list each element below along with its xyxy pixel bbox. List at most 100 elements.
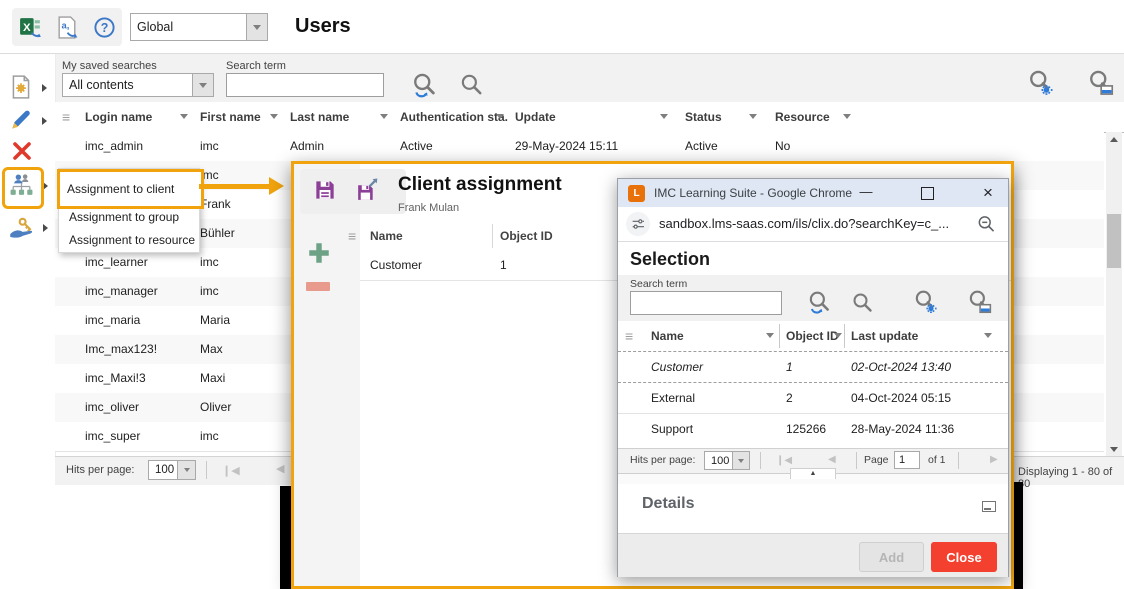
filter-caret-icon[interactable] <box>766 333 774 338</box>
excel-export-button[interactable]: X <box>18 15 43 40</box>
filter-bar <box>55 54 1124 103</box>
hits-select-button[interactable] <box>732 452 749 469</box>
popup-search-reset-button[interactable] <box>806 290 832 316</box>
column-divider <box>844 324 845 348</box>
row-grip-icon: ≡ <box>62 110 70 124</box>
edit-button[interactable] <box>8 107 34 133</box>
hits-select-button[interactable] <box>177 461 195 479</box>
popup-table-row-assigned[interactable]: Customer 1 02-Oct-2024 13:40 <box>618 351 1008 383</box>
context-menu: Assignment to client Assignment to group… <box>58 168 200 253</box>
hits-per-page-select[interactable]: 100 <box>148 460 196 480</box>
popup-column-name[interactable]: Name <box>651 329 684 343</box>
column-header-login-name[interactable]: Login name <box>85 110 152 124</box>
splitter-handle[interactable]: ▲ <box>790 468 836 479</box>
details-splitter[interactable]: ▲ <box>618 473 1008 484</box>
scrollbar-thumb[interactable] <box>1107 214 1121 268</box>
saved-searches-select[interactable]: All contents <box>62 73 214 97</box>
dialog-column-object-id[interactable]: Object ID <box>500 229 553 243</box>
popup-pagination-prev-button[interactable]: ◀ <box>828 455 836 465</box>
popup-search-label: Search term <box>630 278 687 290</box>
filter-caret-icon[interactable] <box>660 114 668 119</box>
column-header-resource[interactable]: Resource <box>775 110 830 124</box>
filter-caret-icon[interactable] <box>380 114 388 119</box>
popup-page-input[interactable]: 1 <box>894 451 920 469</box>
remove-assignment-button[interactable] <box>306 282 330 291</box>
maximize-button[interactable] <box>921 187 934 200</box>
popup-column-last-update[interactable]: Last update <box>851 329 918 343</box>
dialog-column-name[interactable]: Name <box>370 229 403 243</box>
column-header-auth-status[interactable]: Authentication sta. <box>400 110 508 124</box>
table-row[interactable]: imc_admin imc Admin Active 29-May-2024 1… <box>55 132 1104 162</box>
scope-select[interactable]: Global <box>130 13 268 41</box>
popup-table-row[interactable]: Support 125266 28-May-2024 11:36 <box>618 413 1008 444</box>
search-in-window-button[interactable] <box>1086 69 1114 97</box>
collapse-details-button[interactable] <box>982 501 996 512</box>
document-export-button[interactable]: a, <box>55 15 80 40</box>
column-header-status[interactable]: Status <box>685 110 722 124</box>
filter-caret-icon[interactable] <box>834 333 842 338</box>
filter-caret-icon[interactable] <box>984 333 992 338</box>
close-button[interactable]: Close <box>931 542 997 572</box>
add-assignment-button[interactable] <box>306 240 332 266</box>
permissions-button[interactable] <box>8 215 35 242</box>
popup-search-button[interactable] <box>850 291 874 315</box>
popup-advanced-search-button[interactable] <box>912 289 938 315</box>
menu-item-assignment-to-group[interactable]: Assignment to group <box>59 205 199 228</box>
new-entry-button[interactable] <box>8 74 34 100</box>
scrollbar-down-button[interactable] <box>1106 442 1122 456</box>
save-icon <box>312 177 338 203</box>
menu-item-assignment-to-client[interactable]: Assignment to client <box>57 169 204 209</box>
site-settings-icon[interactable] <box>626 212 650 236</box>
chevron-down-icon <box>184 468 190 472</box>
help-button[interactable]: ? <box>93 16 116 39</box>
scrollbar-track[interactable] <box>1106 132 1122 456</box>
displaying-count: Displaying 1 - 80 of 80 <box>1018 466 1124 490</box>
popup-column-object-id[interactable]: Object ID <box>786 329 839 343</box>
saved-searches-button[interactable] <box>192 74 213 96</box>
close-window-button[interactable]: × <box>978 181 998 205</box>
divider <box>760 452 761 469</box>
zoom-page-icon[interactable] <box>976 214 996 234</box>
filter-caret-icon[interactable] <box>270 114 278 119</box>
scope-select-button[interactable] <box>246 14 267 40</box>
minimize-button[interactable]: — <box>854 182 878 204</box>
search-reset-button[interactable] <box>410 72 438 100</box>
cell-resource: No <box>775 139 790 153</box>
save-and-close-button[interactable] <box>354 177 381 204</box>
delete-button[interactable] <box>10 139 34 163</box>
divider <box>206 461 207 479</box>
scrollbar-up-button[interactable] <box>1106 132 1122 146</box>
popup-table-row[interactable]: External 2 04-Oct-2024 05:15 <box>618 382 1008 414</box>
cell-login: imc_admin <box>85 139 143 153</box>
popup-hits-select[interactable]: 100 <box>704 451 750 470</box>
svg-text:X: X <box>23 22 31 34</box>
search-icon <box>850 291 874 315</box>
search-button[interactable] <box>458 72 484 98</box>
column-header-first-name[interactable]: First name <box>200 110 261 124</box>
dialog-subtitle: Frank Mulan <box>398 202 459 214</box>
filter-caret-icon[interactable] <box>749 114 757 119</box>
url-text[interactable]: sandbox.lms-saas.com/ils/clix.do?searchK… <box>659 216 949 231</box>
save-button[interactable] <box>312 177 338 203</box>
cell-first: Maxi <box>200 371 225 385</box>
filter-caret-icon[interactable] <box>496 114 504 119</box>
column-header-update[interactable]: Update <box>515 110 556 124</box>
pagination-prev-button[interactable]: ◀ <box>276 464 284 475</box>
scope-select-value: Global <box>131 14 246 40</box>
window-title-bar[interactable]: L IMC Learning Suite - Google Chrome <box>618 179 1008 207</box>
column-header-last-name[interactable]: Last name <box>290 110 349 124</box>
popup-search-input[interactable] <box>630 291 782 315</box>
pagination-first-button[interactable]: ❙◀ <box>222 464 240 477</box>
popup-search-window-button[interactable] <box>966 289 992 315</box>
cell-first: Frank <box>200 197 231 211</box>
filter-caret-icon[interactable] <box>180 114 188 119</box>
add-button[interactable]: Add <box>859 542 924 572</box>
advanced-search-button[interactable] <box>1026 69 1054 97</box>
search-term-input[interactable] <box>226 73 384 97</box>
popup-pagination-first-button[interactable]: ❙◀ <box>776 455 792 466</box>
popup-pagination-next-button[interactable]: ▶ <box>990 455 998 465</box>
cell-auth: Active <box>400 139 433 153</box>
cell-object-id: 1 <box>500 258 507 272</box>
menu-item-assignment-to-resource[interactable]: Assignment to resource <box>59 228 199 251</box>
filter-caret-icon[interactable] <box>843 114 851 119</box>
